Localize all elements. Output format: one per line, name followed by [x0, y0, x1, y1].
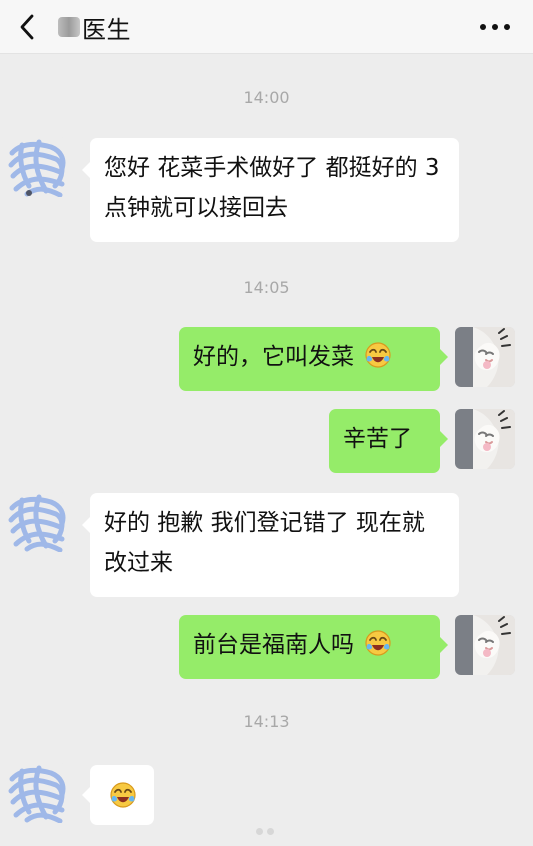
avatar-me[interactable]	[455, 615, 515, 675]
message-text: 好的，它叫发菜	[193, 344, 354, 370]
avatar-doctor[interactable]	[8, 137, 68, 197]
avatar-doctor[interactable]	[8, 763, 68, 823]
avatar-doctor[interactable]	[8, 492, 68, 552]
incoming-emoji-message[interactable]	[82, 765, 154, 825]
message-text: 辛苦了	[343, 426, 412, 452]
time-stamp: 14:05	[243, 278, 290, 297]
page-indicator-dot	[256, 828, 263, 835]
incoming-message[interactable]: 好的 抱歉 我们登记错了 现在就改过来	[82, 493, 459, 597]
time-stamp: 14:13	[243, 712, 290, 731]
redacted-name	[58, 17, 80, 37]
cat-avatar-icon	[455, 327, 515, 387]
message-text: 好的 抱歉 我们登记错了 现在就改过来	[104, 510, 425, 576]
message-text: 前台是福南人吗	[193, 632, 354, 658]
chat-header: 医生	[0, 0, 533, 54]
chat-title: 医生	[58, 12, 131, 44]
chevron-left-icon	[20, 14, 34, 40]
back-button[interactable]	[10, 10, 44, 44]
cat-avatar-icon	[455, 409, 515, 469]
scribbled-avatar-icon	[8, 763, 68, 823]
outgoing-message[interactable]: 辛苦了	[329, 409, 448, 473]
more-horizontal-icon	[480, 24, 510, 30]
laughing-crying-emoji-icon	[108, 780, 138, 810]
avatar-me[interactable]	[455, 409, 515, 469]
page-title: 医生	[82, 15, 131, 44]
incoming-message[interactable]: 您好 花菜手术做好了 都挺好的 3 点钟就可以接回去	[82, 138, 459, 242]
scribbled-avatar-icon	[8, 137, 68, 197]
outgoing-message[interactable]: 前台是福南人吗	[179, 615, 448, 679]
time-stamp: 14:00	[243, 88, 290, 107]
page-indicator-dot	[267, 828, 274, 835]
chat-screen: 医生 14:00 您好 花菜手术做好了 都挺好的 3 点钟就可以接回去 14:0…	[0, 0, 533, 846]
message-text: 您好 花菜手术做好了 都挺好的 3 点钟就可以接回去	[104, 155, 440, 221]
cat-avatar-icon	[455, 615, 515, 675]
outgoing-message[interactable]: 好的，它叫发菜	[179, 327, 448, 391]
laughing-crying-emoji-icon	[363, 628, 393, 658]
page-indicator	[256, 828, 278, 836]
more-button[interactable]	[475, 14, 515, 40]
laughing-crying-emoji-icon	[363, 340, 393, 370]
scribbled-avatar-icon	[8, 492, 68, 552]
avatar-me[interactable]	[455, 327, 515, 387]
